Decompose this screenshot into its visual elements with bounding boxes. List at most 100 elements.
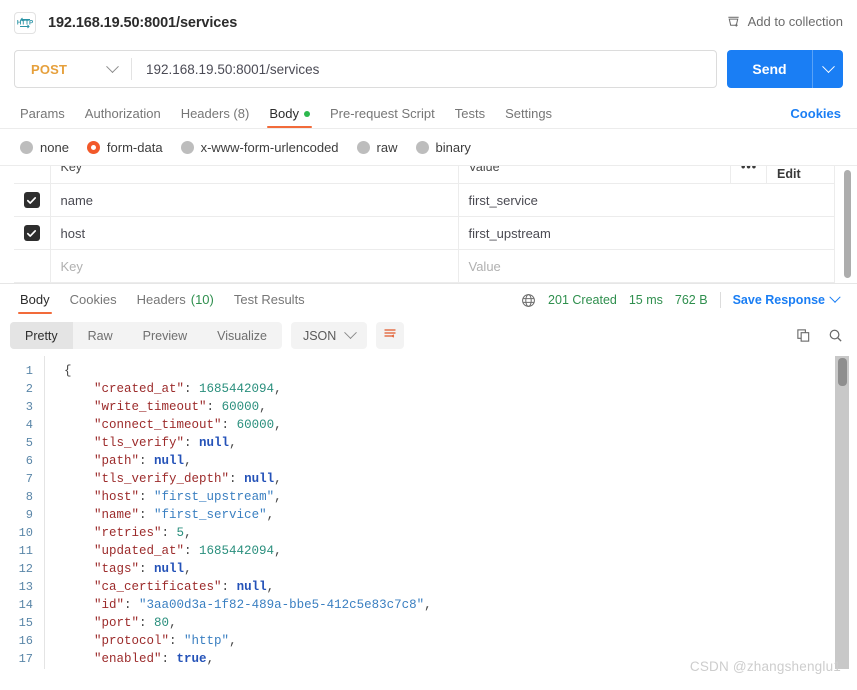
checkbox-checked-icon[interactable] — [23, 192, 40, 209]
code-token: "updated_at" — [94, 544, 185, 558]
code-token: : — [184, 382, 200, 396]
form-data-scrollbar[interactable] — [844, 170, 851, 278]
row-value[interactable]: first_service — [457, 183, 835, 217]
response-meta: 201 Created 15 ms 762 B Save Response — [521, 291, 847, 314]
tab-params[interactable]: Params — [10, 106, 75, 128]
line-number: 12 — [18, 562, 33, 576]
tab-headers[interactable]: Headers (8) — [171, 106, 260, 128]
code-token: , — [274, 418, 282, 432]
tab-authorization[interactable]: Authorization — [75, 106, 171, 128]
body-type-binary[interactable]: binary — [415, 140, 471, 155]
response-json-code[interactable]: { "created_at": 1685442094, "write_timeo… — [58, 356, 857, 669]
code-token: "tags" — [94, 562, 140, 576]
code-line: "ca_certificates": null, — [64, 578, 857, 596]
form-data-table: Key Value ••• Bulk Edit name first_servi… — [14, 166, 835, 283]
add-to-collection-button[interactable]: Add to collection — [726, 14, 843, 29]
column-header-key: Key — [49, 166, 459, 184]
row-checkbox-cell[interactable] — [14, 216, 51, 250]
body-type-raw[interactable]: raw — [356, 140, 398, 155]
response-format-select[interactable]: JSON — [290, 322, 368, 349]
row-checkbox-cell[interactable] — [14, 183, 51, 217]
table-row: name first_service — [14, 183, 835, 217]
code-token: , — [266, 508, 275, 522]
body-type-radio-group: none form-data x-www-form-urlencoded raw… — [0, 129, 857, 165]
code-token: , — [206, 652, 215, 666]
view-raw[interactable]: Raw — [73, 322, 128, 349]
code-token: "first_service" — [154, 508, 267, 522]
row-key[interactable]: host — [49, 216, 459, 250]
tab-label: Test Results — [233, 292, 305, 307]
code-token: : — [124, 598, 140, 612]
tab-tests[interactable]: Tests — [445, 106, 495, 128]
response-scrollbar-thumb[interactable] — [838, 358, 847, 386]
view-preview[interactable]: Preview — [128, 322, 202, 349]
code-token: : — [139, 616, 155, 630]
line-number: 4 — [25, 418, 33, 432]
http-method-select[interactable]: POST — [15, 51, 131, 87]
add-to-collection-label: Add to collection — [747, 14, 843, 29]
headers-count: (10) — [190, 292, 214, 307]
code-line: { — [64, 362, 857, 380]
code-line: "protocol": "http", — [64, 632, 857, 650]
word-wrap-button[interactable] — [376, 322, 405, 349]
header-checkbox-cell — [14, 166, 50, 184]
code-token: 80 — [154, 616, 170, 630]
table-options-button[interactable]: ••• — [730, 166, 767, 184]
send-button[interactable]: Send — [727, 50, 843, 88]
http-method-label: POST — [31, 61, 68, 77]
body-type-label: raw — [376, 140, 398, 155]
tab-response-body[interactable]: Body — [10, 292, 60, 314]
copy-icon[interactable] — [796, 328, 811, 343]
code-token: : — [139, 508, 155, 522]
url-input[interactable] — [132, 51, 716, 87]
tab-test-results[interactable]: Test Results — [224, 292, 315, 314]
bulk-edit-button[interactable]: Bulk Edit — [766, 166, 835, 184]
code-token: , — [424, 598, 432, 612]
code-token: 5 — [176, 526, 185, 540]
svg-text:HTTP: HTTP — [17, 20, 33, 27]
tab-response-cookies[interactable]: Cookies — [60, 292, 127, 314]
code-token: "enabled" — [94, 652, 162, 666]
save-response-button[interactable]: Save Response — [732, 291, 841, 307]
cookies-link[interactable]: Cookies — [790, 106, 847, 128]
new-key-input[interactable]: Key — [49, 249, 459, 283]
new-value-input[interactable]: Value — [457, 249, 835, 283]
tab-body[interactable]: Body — [259, 106, 320, 128]
save-response-label: Save Response — [732, 293, 825, 307]
body-type-label: none — [40, 140, 69, 155]
row-key[interactable]: name — [49, 183, 459, 217]
code-token: , — [184, 562, 192, 576]
add-to-collection-icon — [726, 14, 741, 29]
body-type-x-www-form-urlencoded[interactable]: x-www-form-urlencoded — [180, 140, 339, 155]
chevron-down-icon — [344, 326, 358, 340]
line-number-gutter: 123456789101112131415161718 — [0, 356, 44, 669]
body-type-form-data[interactable]: form-data — [86, 140, 163, 155]
code-token: : — [161, 526, 177, 540]
code-token: "retries" — [94, 526, 162, 540]
tab-response-headers[interactable]: Headers (10) — [127, 292, 224, 314]
body-type-none[interactable]: none — [20, 140, 69, 155]
code-token: 1685442094 — [199, 382, 275, 396]
table-header-row: Key Value ••• Bulk Edit — [14, 166, 835, 184]
code-token: : — [139, 454, 155, 468]
search-icon[interactable] — [828, 328, 843, 343]
tab-settings[interactable]: Settings — [495, 106, 562, 128]
response-scroll-track[interactable] — [835, 356, 849, 669]
view-pretty[interactable]: Pretty — [10, 322, 73, 349]
response-time: 15 ms — [628, 293, 663, 307]
row-checkbox-cell[interactable] — [14, 249, 51, 283]
row-value[interactable]: first_upstream — [457, 216, 835, 250]
code-token: , — [266, 580, 275, 594]
code-line: "enabled": true, — [64, 650, 857, 668]
tab-pre-request-script[interactable]: Pre-request Script — [320, 106, 445, 128]
response-body-viewer[interactable]: 123456789101112131415161718 { "created_a… — [0, 356, 857, 669]
code-fold-rail[interactable] — [44, 356, 58, 669]
view-visualize[interactable]: Visualize — [202, 322, 282, 349]
form-data-table-container: Key Value ••• Bulk Edit name first_servi… — [0, 165, 857, 283]
code-token: "ca_certificates" — [94, 580, 222, 594]
url-input-group: POST — [14, 50, 717, 88]
send-options-button[interactable] — [813, 59, 843, 74]
code-token: : — [169, 634, 185, 648]
checkbox-checked-icon[interactable] — [23, 225, 40, 242]
code-token: : — [221, 418, 237, 432]
